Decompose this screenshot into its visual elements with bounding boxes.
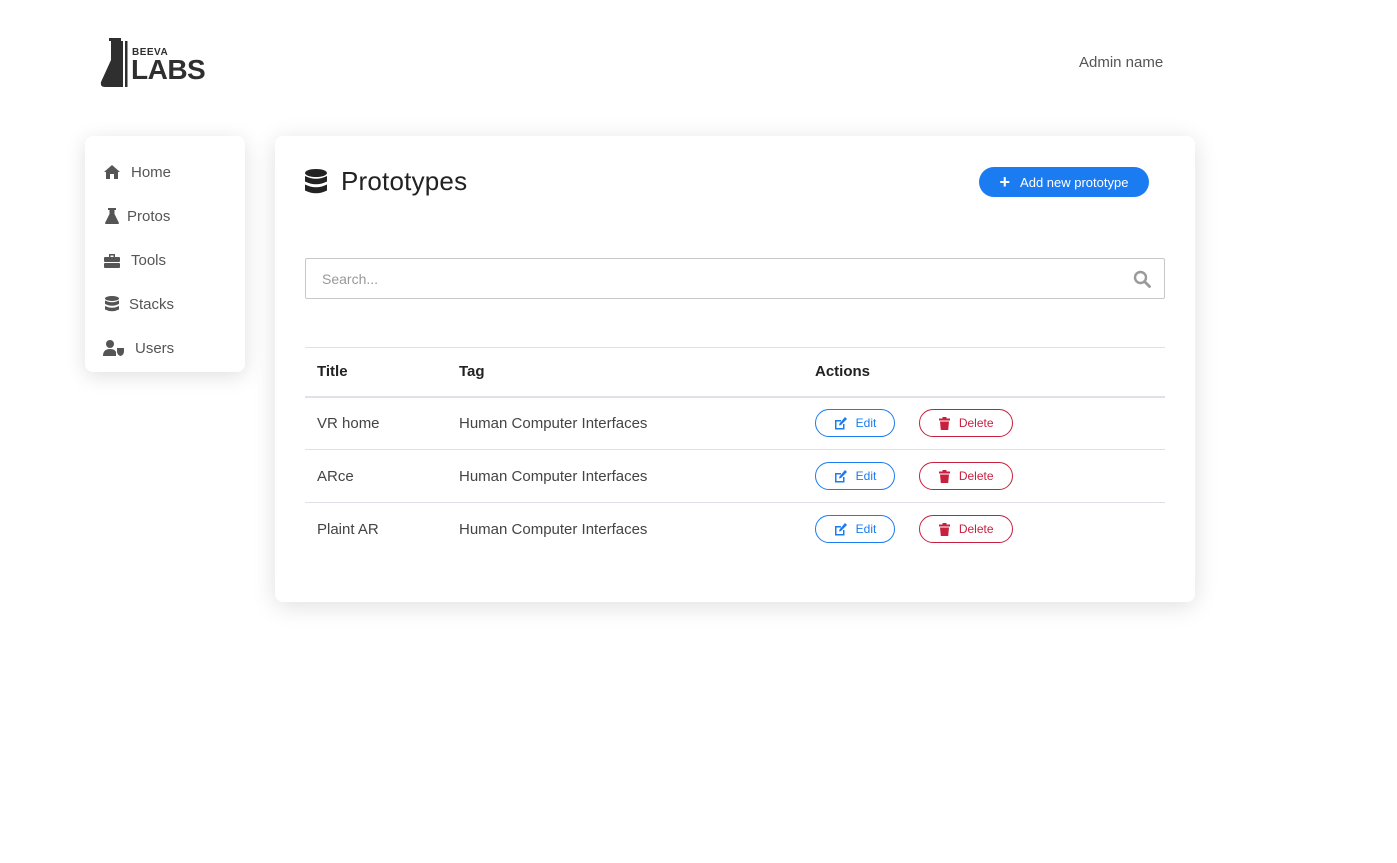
edit-icon — [834, 469, 847, 483]
plus-icon: + — [999, 172, 1011, 192]
row-tag: Human Computer Interfaces — [459, 467, 648, 485]
search-box — [305, 258, 1165, 299]
sidebar-item-label: Protos — [127, 207, 171, 225]
sidebar-item-stacks[interactable]: Stacks — [85, 282, 245, 326]
brand-logo[interactable]: BEEVA LABS — [100, 38, 210, 88]
database-icon — [103, 295, 121, 313]
row-tag: Human Computer Interfaces — [459, 414, 648, 432]
add-prototype-label: Add new prototype — [1020, 174, 1129, 190]
search-input[interactable] — [306, 259, 1164, 298]
edit-icon — [834, 416, 847, 430]
add-prototype-button[interactable]: + Add new prototype — [979, 167, 1149, 197]
delete-button[interactable]: Delete — [919, 515, 1014, 544]
edit-button[interactable]: Edit — [815, 462, 895, 490]
row-actions: Edit Delete — [803, 397, 1165, 450]
edit-label: Edit — [855, 416, 877, 431]
search-icon[interactable] — [1133, 270, 1151, 293]
edit-label: Edit — [855, 522, 877, 537]
sidebar-item-tools[interactable]: Tools — [85, 238, 245, 282]
brand-main-text: LABS — [131, 54, 206, 85]
user-shield-icon — [103, 339, 125, 357]
delete-label: Delete — [958, 469, 994, 483]
column-header-tag: Tag — [459, 363, 485, 381]
row-title: ARce — [317, 467, 354, 485]
sidebar: Home Protos Tools Stacks Users — [85, 136, 245, 372]
sidebar-item-label: Users — [135, 339, 175, 357]
table-header-row: Title Tag Actions — [305, 347, 1165, 397]
prototypes-table: Title Tag Actions VR home Human Computer… — [305, 347, 1165, 556]
table-row: ARce Human Computer Interfaces Edit Dele… — [305, 450, 1165, 503]
edit-icon — [834, 522, 847, 536]
flask-logo-icon — [100, 38, 128, 87]
delete-label: Delete — [958, 522, 994, 537]
sidebar-item-label: Tools — [131, 251, 167, 269]
home-icon — [103, 163, 121, 181]
database-icon — [305, 168, 327, 195]
flask-icon — [103, 207, 121, 225]
sidebar-item-label: Stacks — [129, 295, 175, 313]
prototypes-card: Prototypes + Add new prototype Title Tag… — [275, 136, 1195, 602]
admin-name[interactable]: Admin name — [1079, 54, 1163, 71]
edit-label: Edit — [855, 469, 877, 483]
row-actions: Edit Delete — [803, 450, 1165, 503]
toolbox-icon — [103, 251, 121, 269]
row-title: Plaint AR — [317, 520, 379, 538]
row-title: VR home — [317, 414, 380, 432]
delete-button[interactable]: Delete — [919, 409, 1014, 438]
edit-button[interactable]: Edit — [815, 409, 895, 438]
row-tag: Human Computer Interfaces — [459, 520, 648, 538]
delete-label: Delete — [958, 416, 994, 431]
delete-button[interactable]: Delete — [919, 462, 1014, 490]
trash-icon — [938, 416, 950, 430]
trash-icon — [938, 522, 950, 536]
trash-icon — [938, 469, 950, 483]
page-title: Prototypes — [305, 166, 467, 197]
sidebar-item-label: Home — [131, 163, 172, 181]
sidebar-item-protos[interactable]: Protos — [85, 194, 245, 238]
column-header-actions: Actions — [815, 363, 871, 381]
edit-button[interactable]: Edit — [815, 515, 895, 544]
row-actions: Edit Delete — [803, 503, 1165, 556]
page-title-text: Prototypes — [341, 166, 468, 196]
sidebar-item-users[interactable]: Users — [85, 326, 245, 370]
sidebar-item-home[interactable]: Home — [85, 150, 245, 194]
table-row: VR home Human Computer Interfaces Edit D… — [305, 397, 1165, 450]
table-row: Plaint AR Human Computer Interfaces Edit… — [305, 503, 1165, 556]
column-header-title: Title — [317, 363, 348, 381]
